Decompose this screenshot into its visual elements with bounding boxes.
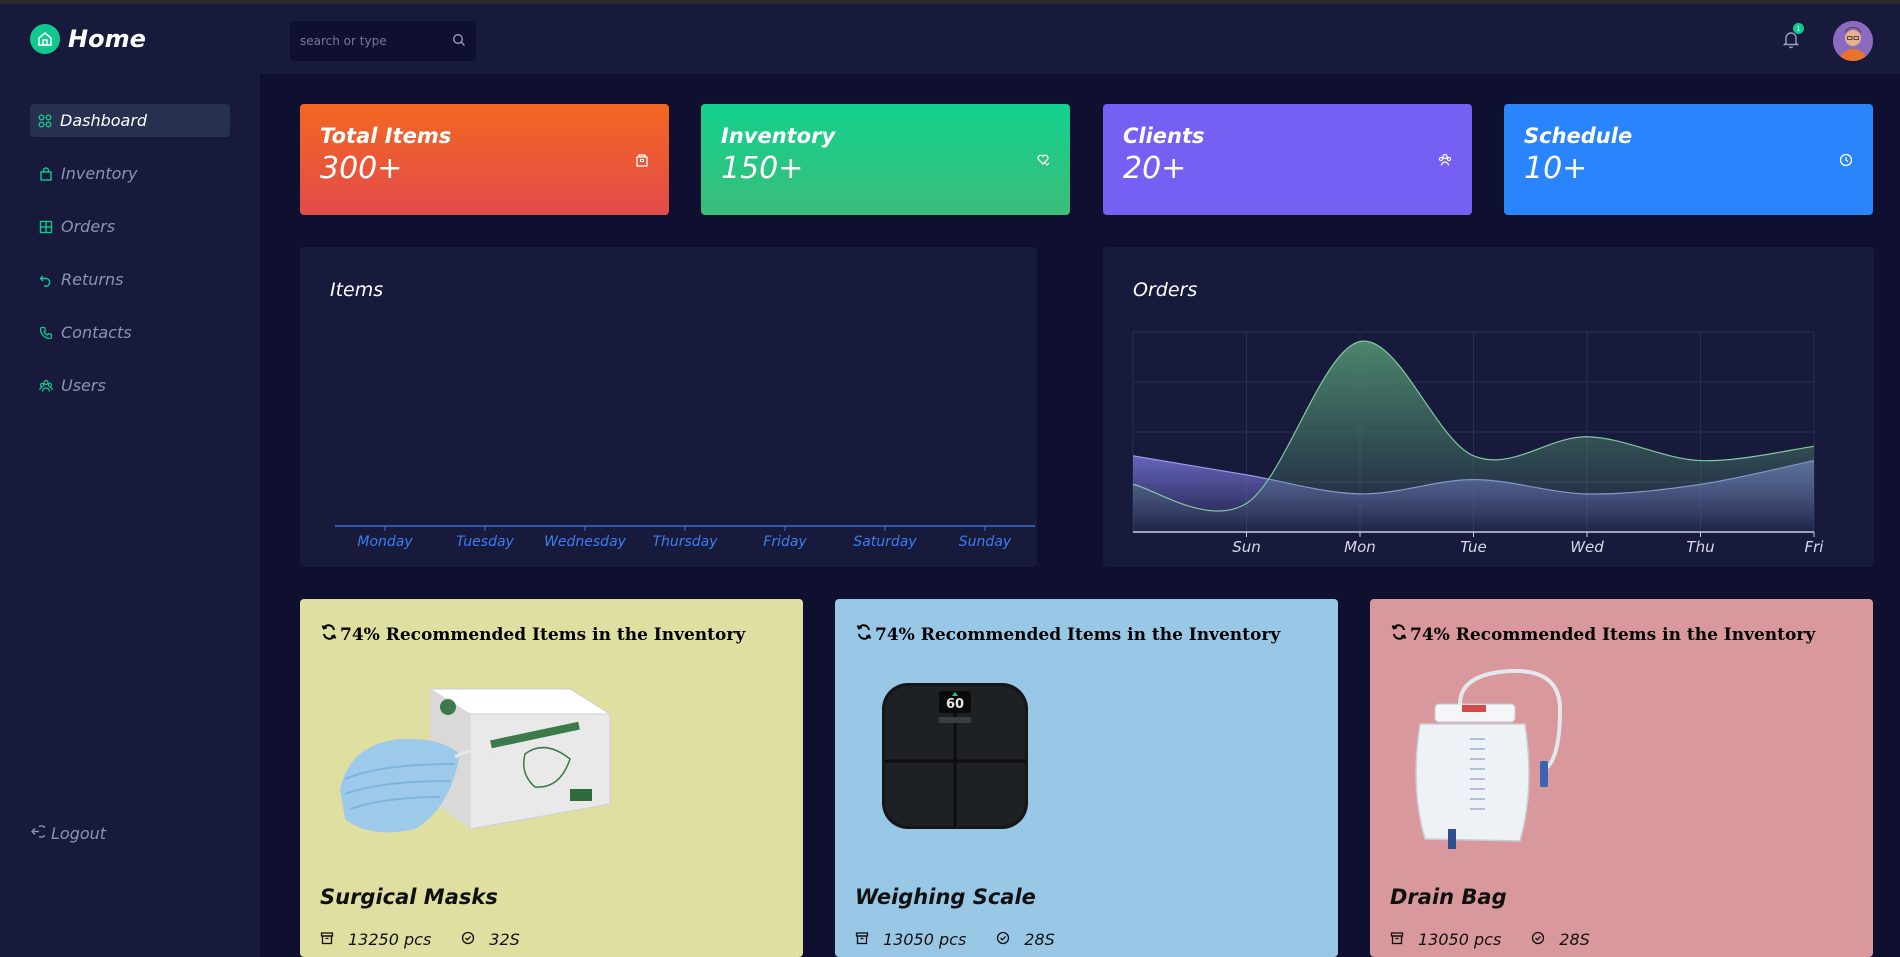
product-stock: 13250 pcs — [348, 930, 432, 949]
x-tick-label: Tuesday — [456, 534, 514, 550]
scale-display: 60 — [946, 697, 964, 712]
sidebar-item-label: Orders — [61, 217, 116, 236]
stat-title: Clients — [1123, 124, 1205, 148]
box-icon — [855, 930, 869, 949]
search-icon[interactable] — [452, 32, 466, 51]
product-card-drain-bag[interactable]: 74% Recommended Items in the Inventory D… — [1370, 599, 1873, 957]
stat-title: Total Items — [320, 124, 452, 148]
x-tick-label: Sun — [1232, 538, 1261, 556]
sidebar-item-users[interactable]: Users — [30, 369, 230, 402]
stat-card-inventory[interactable]: Inventory 150+ — [701, 104, 1070, 215]
x-tick-label: Friday — [763, 534, 807, 550]
check-circle-icon — [461, 930, 475, 949]
users-icon — [1438, 152, 1452, 166]
product-name: Weighing Scale — [855, 885, 1036, 909]
stat-value: 20+ — [1123, 151, 1187, 186]
stat-title: Inventory — [721, 124, 836, 148]
sidebar-nav: Dashboard Inventory Orders Returns Conta… — [30, 104, 230, 422]
sidebar-item-orders[interactable]: Orders — [30, 210, 230, 243]
sidebar: Home Dashboard Inventory Orders Returns — [0, 4, 260, 957]
heart-hand-icon — [1036, 152, 1050, 166]
product-card-weighing-scale[interactable]: 74% Recommended Items in the Inventory 6… — [835, 599, 1338, 957]
product-name: Drain Bag — [1390, 885, 1507, 909]
archive-icon — [635, 152, 649, 167]
sidebar-item-contacts[interactable]: Contacts — [30, 316, 230, 349]
product-card-surgical-masks[interactable]: 74% Recommended Items in the Inventory S… — [300, 599, 803, 957]
app-title: Home — [68, 25, 146, 53]
card-heading: 74% Recommended Items in the Inventory — [855, 623, 1318, 646]
check-circle-icon — [996, 930, 1010, 949]
stat-card-schedule[interactable]: Schedule 10+ — [1504, 104, 1873, 215]
stat-value: 300+ — [320, 151, 403, 186]
x-tick-label: Thursday — [652, 534, 718, 550]
product-code: 32S — [489, 930, 520, 949]
surgical-masks-image — [320, 669, 620, 849]
x-tick-label: Tue — [1460, 538, 1486, 556]
brand[interactable]: Home — [30, 24, 146, 54]
sidebar-item-inventory[interactable]: Inventory — [30, 157, 230, 190]
search-box — [290, 21, 476, 61]
product-code: 28S — [1024, 930, 1055, 949]
card-heading: 74% Recommended Items in the Inventory — [320, 623, 783, 646]
undo-icon — [38, 272, 54, 288]
product-stock: 13050 pcs — [883, 930, 967, 949]
card-heading-text: 74% Recommended Items in the Inventory — [340, 624, 746, 645]
x-tick-label: Monday — [357, 534, 413, 550]
x-tick-label: Saturday — [853, 534, 917, 550]
refresh-icon — [1390, 623, 1408, 646]
stat-title: Schedule — [1524, 124, 1633, 148]
product-code: 28S — [1559, 930, 1590, 949]
stat-value: 10+ — [1524, 151, 1588, 186]
check-circle-icon — [1531, 930, 1545, 949]
x-tick-label: Sunday — [959, 534, 1012, 550]
card-heading: 74% Recommended Items in the Inventory — [1390, 623, 1853, 646]
weighing-scale-image: 60 — [855, 669, 1155, 849]
product-meta: 13050 pcs 28S — [855, 930, 1075, 949]
notification-badge: 1 — [1793, 23, 1804, 34]
refresh-icon — [320, 623, 338, 646]
card-heading-text: 74% Recommended Items in the Inventory — [875, 624, 1281, 645]
stat-value: 150+ — [721, 151, 804, 186]
box-icon — [320, 930, 334, 949]
product-name: Surgical Masks — [320, 885, 498, 909]
card-heading-text: 74% Recommended Items in the Inventory — [1410, 624, 1816, 645]
sidebar-item-label: Returns — [61, 270, 124, 289]
grid-icon — [37, 113, 53, 129]
stat-card-total-items[interactable]: Total Items 300+ — [300, 104, 669, 215]
home-icon — [30, 24, 60, 54]
logout-label: Logout — [51, 824, 107, 843]
table-icon — [38, 219, 54, 235]
stat-card-clients[interactable]: Clients 20+ — [1103, 104, 1472, 215]
drain-bag-image — [1390, 668, 1690, 849]
x-tick-label: Wednesday — [544, 534, 627, 550]
items-bar-chart: Monday Tuesday Wednesday Thursday Friday Satu… — [335, 525, 1035, 550]
logout-icon — [30, 824, 48, 843]
sidebar-item-dashboard[interactable]: Dashboard — [30, 104, 230, 137]
x-tick-label: Mon — [1344, 538, 1376, 556]
sidebar-item-label: Inventory — [61, 164, 138, 183]
orders-area-chart: Sun Mon Tue Wed Thu Fri — [1132, 331, 1825, 556]
sidebar-item-label: Contacts — [61, 323, 132, 342]
product-meta: 13050 pcs 28S — [1390, 930, 1610, 949]
refresh-icon — [855, 623, 873, 646]
sidebar-item-label: Users — [61, 376, 106, 395]
clock-icon — [1839, 152, 1853, 167]
orders-chart-panel: Orders Sun Mon Tue Wed Thu Fri — [1103, 247, 1874, 567]
avatar[interactable] — [1833, 21, 1873, 61]
phone-icon — [38, 325, 54, 341]
sidebar-item-label: Dashboard — [60, 111, 148, 130]
users-icon — [38, 378, 54, 394]
x-tick-label: Thu — [1686, 538, 1714, 556]
box-icon — [1390, 930, 1404, 949]
sidebar-item-returns[interactable]: Returns — [30, 263, 230, 296]
product-meta: 13250 pcs 32S — [320, 930, 540, 949]
product-stock: 13050 pcs — [1418, 930, 1502, 949]
x-tick-label: Fri — [1805, 538, 1825, 556]
top-header: 1 — [260, 4, 1900, 74]
items-chart-panel: Items Monday Tuesday Wednesday Thursday Frid… — [300, 247, 1037, 567]
x-tick-label: Wed — [1570, 538, 1604, 556]
bag-icon — [38, 166, 54, 182]
search-input[interactable] — [300, 34, 440, 48]
logout-button[interactable]: Logout — [30, 824, 106, 843]
